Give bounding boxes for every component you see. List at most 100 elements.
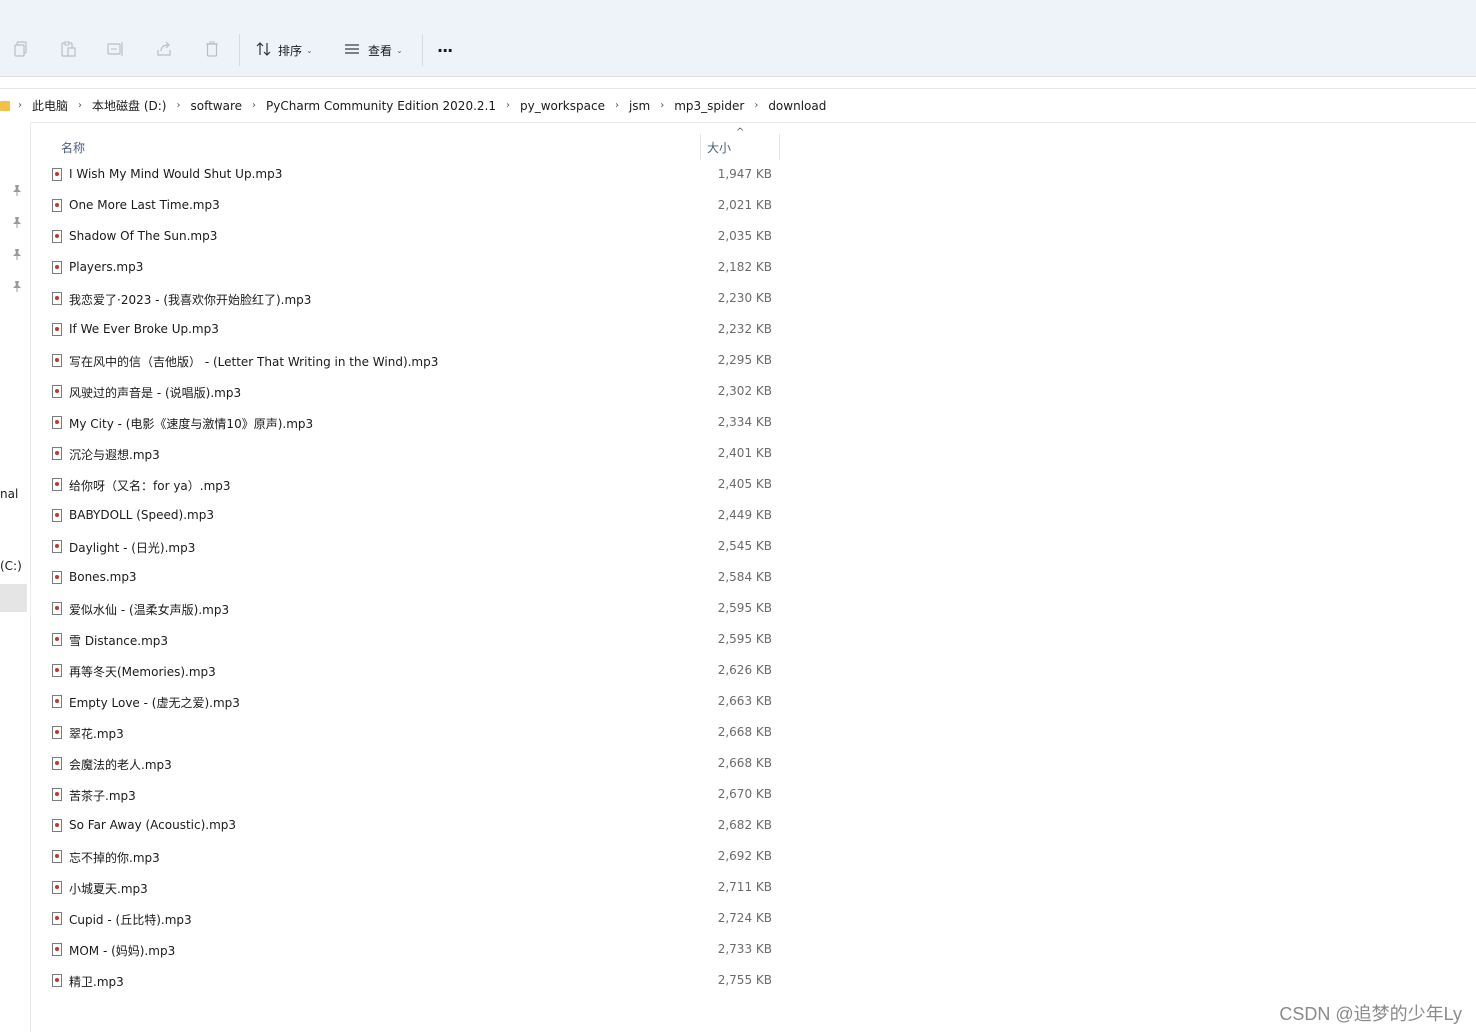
file-row[interactable]: Players.mp3 2,182 KB xyxy=(44,253,784,284)
file-row[interactable]: Shadow Of The Sun.mp3 2,035 KB xyxy=(44,222,784,253)
file-row[interactable]: Bones.mp3 2,584 KB xyxy=(44,563,784,594)
file-size: 2,295 KB xyxy=(717,353,772,367)
file-row[interactable]: MOM - (妈妈).mp3 2,733 KB xyxy=(44,935,784,966)
file-size: 2,595 KB xyxy=(717,601,772,615)
file-row[interactable]: 忘不掉的你.mp3 2,692 KB xyxy=(44,842,784,873)
file-row[interactable]: BABYDOLL (Speed).mp3 2,449 KB xyxy=(44,501,784,532)
file-row[interactable]: Empty Love - (虚无之爱).mp3 2,663 KB xyxy=(44,687,784,718)
share-icon[interactable] xyxy=(151,36,177,62)
file-row[interactable]: 写在风中的信（吉他版） - (Letter That Writing in th… xyxy=(44,346,784,377)
file-name: 沉沦与遐想.mp3 xyxy=(69,448,160,462)
file-size: 2,230 KB xyxy=(717,291,772,305)
chevron-right-icon[interactable]: › xyxy=(246,100,262,111)
breadcrumb-item[interactable]: jsm xyxy=(625,99,654,113)
file-size: 2,668 KB xyxy=(717,756,772,770)
file-row[interactable]: 我恋爱了·2023 - (我喜欢你开始脸红了).mp3 2,230 KB xyxy=(44,284,784,315)
file-row[interactable]: 精卫.mp3 2,755 KB xyxy=(44,966,784,997)
file-row[interactable]: I Wish My Mind Would Shut Up.mp3 1,947 KB xyxy=(44,160,784,191)
breadcrumb-item[interactable]: PyCharm Community Edition 2020.2.1 xyxy=(262,99,500,113)
paste-icon[interactable] xyxy=(55,36,81,62)
breadcrumb-item[interactable]: mp3_spider xyxy=(670,99,748,113)
chevron-right-icon[interactable]: › xyxy=(72,100,88,111)
file-row[interactable]: 会魔法的老人.mp3 2,668 KB xyxy=(44,749,784,780)
file-row[interactable]: My City - (电影《速度与激情10》原声).mp3 2,334 KB xyxy=(44,408,784,439)
breadcrumb-item[interactable]: 此电脑 xyxy=(28,97,72,114)
file-list: I Wish My Mind Would Shut Up.mp3 1,947 KB… xyxy=(0,160,1476,1008)
chevron-right-icon: › xyxy=(18,100,22,111)
sort-ascending-icon: ^ xyxy=(736,127,745,138)
mp3-file-icon xyxy=(52,509,62,522)
sort-icon xyxy=(256,41,272,59)
chevron-right-icon[interactable]: › xyxy=(500,100,516,111)
file-name: 翠花.mp3 xyxy=(69,727,124,741)
file-name: BABYDOLL (Speed).mp3 xyxy=(69,508,214,522)
chevron-right-icon[interactable]: › xyxy=(609,100,625,111)
file-row[interactable]: 爱似水仙 - (温柔女声版).mp3 2,595 KB xyxy=(44,594,784,625)
file-row[interactable]: Cupid - (丘比特).mp3 2,724 KB xyxy=(44,904,784,935)
breadcrumb-item[interactable]: py_workspace xyxy=(516,99,609,113)
column-divider[interactable] xyxy=(779,134,780,160)
mp3-file-icon xyxy=(52,850,62,863)
column-divider[interactable] xyxy=(700,134,701,160)
chevron-right-icon[interactable]: › xyxy=(748,100,764,111)
file-row[interactable]: So Far Away (Acoustic).mp3 2,682 KB xyxy=(44,811,784,842)
file-size: 2,626 KB xyxy=(717,663,772,677)
file-row[interactable]: 雪 Distance.mp3 2,595 KB xyxy=(44,625,784,656)
sort-label: 排序 xyxy=(278,43,303,58)
file-size: 2,232 KB xyxy=(717,322,772,336)
file-row[interactable]: 翠花.mp3 2,668 KB xyxy=(44,718,784,749)
mp3-file-icon xyxy=(52,571,62,584)
file-name: Empty Love - (虚无之爱).mp3 xyxy=(69,696,240,710)
toolbar-divider xyxy=(422,34,423,66)
file-size: 2,021 KB xyxy=(717,198,772,212)
file-row[interactable]: 沉沦与遐想.mp3 2,401 KB xyxy=(44,439,784,470)
view-button[interactable]: 查看 ⌄ xyxy=(344,38,403,62)
mp3-file-icon xyxy=(52,974,62,987)
file-name: 忘不掉的你.mp3 xyxy=(69,851,160,865)
file-name: I Wish My Mind Would Shut Up.mp3 xyxy=(69,167,283,181)
file-row[interactable]: 再等冬天(Memories).mp3 2,626 KB xyxy=(44,656,784,687)
file-size: 2,545 KB xyxy=(717,539,772,553)
sort-button[interactable]: 排序 ⌄ xyxy=(256,38,313,62)
chevron-right-icon[interactable]: › xyxy=(170,100,186,111)
copy-icon[interactable] xyxy=(8,36,34,62)
file-name: 再等冬天(Memories).mp3 xyxy=(69,665,216,679)
mp3-file-icon xyxy=(52,881,62,894)
column-header-name[interactable]: 名称 xyxy=(61,134,85,160)
chevron-down-icon: ⌄ xyxy=(306,45,313,55)
file-name: 爱似水仙 - (温柔女声版).mp3 xyxy=(69,603,230,617)
file-row[interactable]: 苦茶子.mp3 2,670 KB xyxy=(44,780,784,811)
breadcrumb-item[interactable]: software xyxy=(186,99,246,113)
view-label: 查看 xyxy=(368,43,393,58)
file-name: Daylight - (日光).mp3 xyxy=(69,541,196,555)
breadcrumb-item[interactable]: download xyxy=(764,99,830,113)
more-options-button[interactable]: ··· xyxy=(437,38,453,62)
file-row[interactable]: If We Ever Broke Up.mp3 2,232 KB xyxy=(44,315,784,346)
file-row[interactable]: 小城夏天.mp3 2,711 KB xyxy=(44,873,784,904)
file-row[interactable]: One More Last Time.mp3 2,021 KB xyxy=(44,191,784,222)
file-size: 2,595 KB xyxy=(717,632,772,646)
mp3-file-icon xyxy=(52,943,62,956)
file-size: 2,035 KB xyxy=(717,229,772,243)
command-bar: 排序 ⌄ 查看 ⌄ ··· xyxy=(0,0,1476,77)
column-header-size[interactable]: 大小 xyxy=(707,134,731,160)
mp3-file-icon xyxy=(52,633,62,646)
toolbar-divider xyxy=(239,34,240,66)
address-bar[interactable]: › 此电脑 › 本地磁盘 (D:) › software › PyCharm C… xyxy=(0,88,1476,123)
file-name: If We Ever Broke Up.mp3 xyxy=(69,322,219,336)
breadcrumb-item[interactable]: 本地磁盘 (D:) xyxy=(88,97,170,114)
mp3-file-icon xyxy=(52,726,62,739)
delete-icon[interactable] xyxy=(199,36,225,62)
file-row[interactable]: 风驶过的声音是 - (说唱版).mp3 2,302 KB xyxy=(44,377,784,408)
file-row[interactable]: 给你呀（又名：for ya）.mp3 2,405 KB xyxy=(44,470,784,501)
file-name: 给你呀（又名：for ya）.mp3 xyxy=(69,479,231,493)
mp3-file-icon xyxy=(52,416,62,429)
chevron-right-icon[interactable]: › xyxy=(654,100,670,111)
mp3-file-icon xyxy=(52,819,62,832)
file-size: 1,947 KB xyxy=(717,167,772,181)
file-size: 2,449 KB xyxy=(717,508,772,522)
mp3-file-icon xyxy=(52,478,62,491)
file-row[interactable]: Daylight - (日光).mp3 2,545 KB xyxy=(44,532,784,563)
mp3-file-icon xyxy=(52,230,62,243)
rename-icon[interactable] xyxy=(103,36,129,62)
